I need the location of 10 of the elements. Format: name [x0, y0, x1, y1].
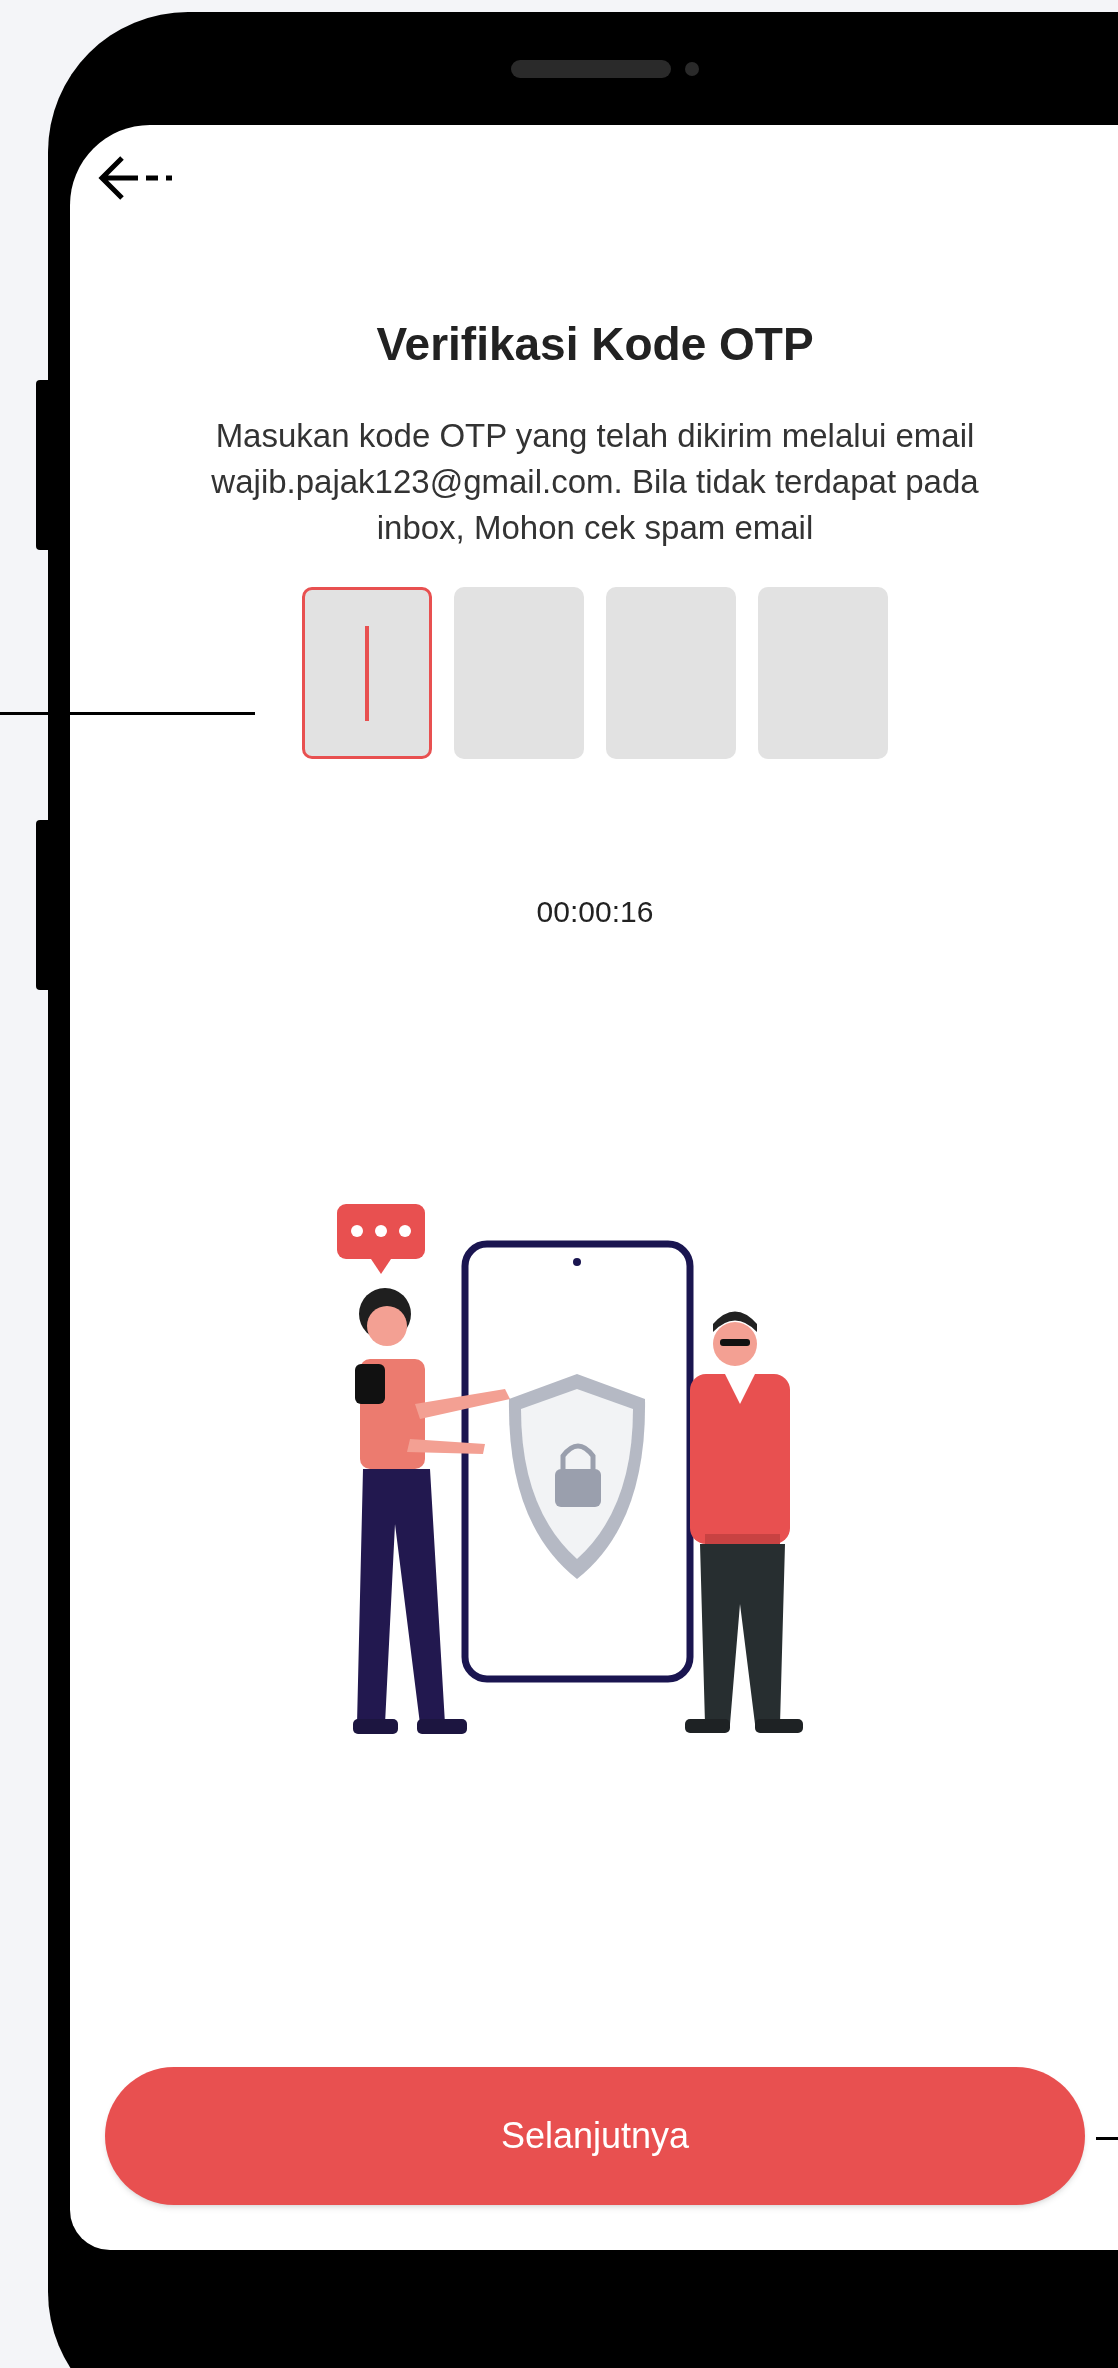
page-title: Verifikasi Kode OTP — [376, 317, 814, 372]
instruction-text: Masukan kode OTP yang telah dikirim melalui email wajib.pajak123@gmail.com. Bila tidak terdapat pada inbox, Mohon cek spam email — [210, 416, 980, 548]
otp-digit-field[interactable] — [454, 587, 584, 759]
otp-digit-field[interactable] — [606, 587, 736, 759]
leader-line — [1096, 2137, 1118, 2140]
phone-camera — [685, 61, 699, 76]
otp-digit-field[interactable] — [302, 587, 432, 759]
next-button[interactable]: Selanjutnya — [105, 2067, 1085, 2205]
otp-digit-field[interactable] — [758, 587, 888, 759]
countdown-timer: 00:00:16 — [536, 894, 654, 930]
